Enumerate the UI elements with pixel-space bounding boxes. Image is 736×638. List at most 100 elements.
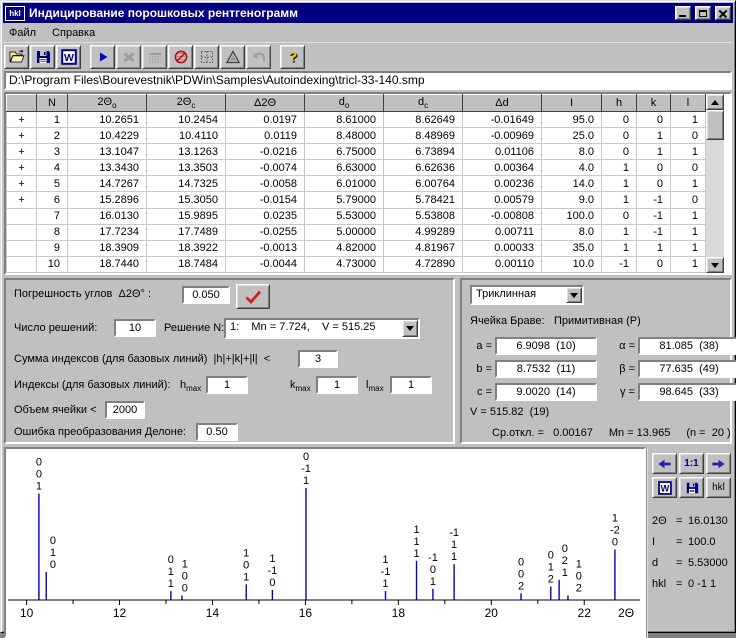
undo-button[interactable] xyxy=(246,45,271,69)
table-row[interactable]: +210.422910.41100.01198.480008.48969-0.0… xyxy=(7,128,706,144)
table-row[interactable]: 817.723417.7489-0.02555.000004.992890.00… xyxy=(7,224,706,240)
cell: 1 xyxy=(671,112,706,128)
cell: 0 xyxy=(602,144,637,160)
cell: 6.63000 xyxy=(305,160,384,176)
file-path-field: D:\Program Files\Bourevestnik\PDWin\Samp… xyxy=(4,71,732,90)
table-row[interactable]: +313.104713.1263-0.02166.750006.738940.0… xyxy=(7,144,706,160)
gamma-input[interactable]: 98.645 (33) xyxy=(638,383,736,401)
peak-hkl-label: 1 xyxy=(562,567,568,579)
hmax-input[interactable]: 1 xyxy=(206,376,248,394)
close-button[interactable] xyxy=(715,6,731,20)
table-row[interactable]: +514.726714.7325-0.00586.010006.007640.0… xyxy=(7,176,706,192)
peak-hkl-label: -1 xyxy=(381,566,391,578)
cell-marker xyxy=(7,208,37,224)
cell: 0.0119 xyxy=(226,128,305,144)
save-chart-button[interactable] xyxy=(679,477,704,498)
arrow-up-icon xyxy=(711,100,719,105)
cell: 2 xyxy=(37,128,68,144)
kmax-input[interactable]: 1 xyxy=(316,376,358,394)
peak-hkl-label: 0 xyxy=(518,556,524,568)
cell: 10.4229 xyxy=(68,128,147,144)
table-scrollbar[interactable] xyxy=(706,94,724,273)
chart-side-panel: 1:1 W hkl 2Θ = 16.0130 I = 100.0 xyxy=(646,447,733,638)
table-row[interactable]: 1018.744018.7484-0.00444.730004.728900.0… xyxy=(7,256,706,272)
cell: 100.0 xyxy=(542,208,602,224)
play-icon xyxy=(95,49,111,65)
word-export-chart-button[interactable]: W xyxy=(652,477,677,498)
maximize-button[interactable] xyxy=(695,6,711,20)
peak-hkl-label: 0 xyxy=(303,451,309,463)
left-arrow-icon xyxy=(657,458,672,470)
delete-button[interactable] xyxy=(116,45,141,69)
b-input[interactable]: 8.7532 (11) xyxy=(495,360,597,378)
delta-button[interactable] xyxy=(220,45,245,69)
red-check-icon xyxy=(243,289,263,305)
delone-error-input[interactable]: 0.50 xyxy=(196,423,238,441)
app-window: hkl Индицирование порошковых рентгеногра… xyxy=(0,0,736,633)
table-row[interactable]: +413.343013.3503-0.00746.630006.626360.0… xyxy=(7,160,706,176)
cell: -0.0013 xyxy=(226,240,305,256)
run-indexing-button[interactable] xyxy=(90,45,115,69)
menu-file[interactable]: Файл xyxy=(9,27,36,39)
table-row[interactable]: +615.289615.3050-0.01545.790005.784210.0… xyxy=(7,192,706,208)
table-row[interactable]: +110.265110.24540.01978.610008.62649-0.0… xyxy=(7,112,706,128)
zoom-1-1-button[interactable]: 1:1 xyxy=(679,453,704,474)
cell: 0.00579 xyxy=(463,192,542,208)
scrollbar-track[interactable] xyxy=(706,140,724,257)
solutions-count-input[interactable]: 10 xyxy=(114,319,156,337)
column-header-dc: dc xyxy=(384,95,463,112)
table-row[interactable]: 918.390918.3922-0.00134.820004.819670.00… xyxy=(7,240,706,256)
cell: 10 xyxy=(37,256,68,272)
alpha-input[interactable]: 81.085 (38) xyxy=(638,337,736,355)
menu-help[interactable]: Справка xyxy=(52,27,95,39)
open-file-button[interactable] xyxy=(4,45,29,69)
cell: 0 xyxy=(602,112,637,128)
stats-deviation: Ср.откл. = 0.00167 xyxy=(492,427,593,439)
hkl-labels-button[interactable]: hkl xyxy=(706,477,731,498)
help-button[interactable]: ?? xyxy=(280,45,305,69)
dropdown-button[interactable] xyxy=(566,287,582,303)
cell-marker: + xyxy=(7,112,37,128)
prev-peak-button[interactable] xyxy=(652,453,677,474)
sum-indices-input[interactable]: 3 xyxy=(298,350,338,368)
beta-label: β = xyxy=(611,363,635,375)
c-input[interactable]: 9.0020 (14) xyxy=(495,383,597,401)
c-label: c = xyxy=(468,386,492,398)
table-row[interactable]: 716.013015.98950.02355.530005.53808-0.00… xyxy=(7,208,706,224)
scroll-down-button[interactable] xyxy=(706,257,724,273)
scroll-up-button[interactable] xyxy=(706,94,724,110)
cell: 4.0 xyxy=(542,160,602,176)
peaks-table-container: N2Θo2ΘcΔ2ΘdodcΔdIhkl +110.265110.24540.0… xyxy=(4,92,732,275)
solution-select-value: 1: Mn = 7.724, V = 515.25 xyxy=(226,320,402,337)
cell: 18.3909 xyxy=(68,240,147,256)
x-tick-label: 12 xyxy=(113,606,127,620)
menu-bar: Файл Справка xyxy=(3,23,733,42)
save-button[interactable] xyxy=(30,45,55,69)
cell: 1 xyxy=(671,208,706,224)
minimize-button[interactable] xyxy=(675,6,691,20)
unit-cell-panel: Триклинная Ячейка Браве: Примитивная (P)… xyxy=(460,278,732,444)
cancel-indexing-button[interactable] xyxy=(168,45,193,69)
word-icon: W xyxy=(61,49,77,65)
lmax-input[interactable]: 1 xyxy=(390,376,432,394)
peak-hkl-label: 1 xyxy=(382,578,388,590)
solution-select[interactable]: 1: Mn = 7.724, V = 515.25 xyxy=(224,318,420,339)
apply-button[interactable] xyxy=(236,284,270,309)
angle-error-input[interactable]: 0.050 xyxy=(182,286,230,304)
scrollbar-thumb[interactable] xyxy=(706,110,724,140)
table-button[interactable] xyxy=(142,45,167,69)
cell-volume-input[interactable]: 2000 xyxy=(105,401,145,419)
a-input[interactable]: 6.9098 (10) xyxy=(495,337,597,355)
cell: 0.0235 xyxy=(226,208,305,224)
grid-button[interactable] xyxy=(194,45,219,69)
cell: 8.62649 xyxy=(384,112,463,128)
beta-input[interactable]: 77.635 (49) xyxy=(638,360,736,378)
crystal-system-select[interactable]: Триклинная xyxy=(470,285,584,305)
cell-marker xyxy=(7,240,37,256)
cell: 1 xyxy=(671,240,706,256)
cell: 4.81967 xyxy=(384,240,463,256)
next-peak-button[interactable] xyxy=(706,453,731,474)
word-export-button[interactable]: W xyxy=(56,45,81,69)
column-header-N: N xyxy=(37,95,68,112)
dropdown-button[interactable] xyxy=(402,320,418,337)
